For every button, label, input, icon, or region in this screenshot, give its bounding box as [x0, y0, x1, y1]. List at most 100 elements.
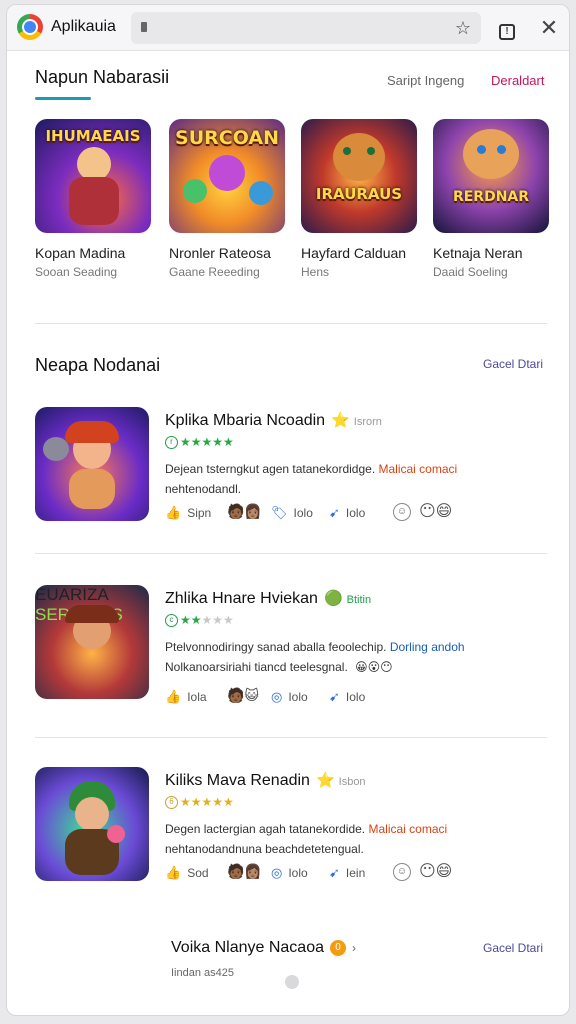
action-bar: 👍 Sipn 🧑🏾👩🏽 🏷 Iolo ➹ Iolo ☺ 😶😄 [165, 503, 545, 525]
card-subtitle: Sooan Seading [35, 265, 118, 279]
section-title-list: Neapa Nodanai [35, 355, 161, 375]
rating: r ★★★★★ [165, 435, 234, 450]
app-title-text: Kplika Mbaria Ncoadin [165, 412, 326, 429]
app-thumbnail[interactable]: EUARIZA SEROUAIS [35, 585, 149, 699]
description-highlight[interactable]: Malicai comaci [379, 462, 458, 476]
description-line2: nehtanodandnuna beachdetetengual. [165, 842, 364, 856]
game-card[interactable]: IHUMAEAIS Kopan Madina Sooan Seading [35, 119, 153, 279]
divider [35, 737, 547, 738]
share-button[interactable]: ➹ Iolo [329, 689, 365, 705]
description-text: Ptelvonnodiringy sanad aballa feoolechip… [165, 640, 387, 654]
card-subtitle: Daaid Soeling [433, 265, 508, 279]
action-bar: 👍 Sod 🧑🏾👩🏽 ◎ Iolo ➹ Iein ☺ 😶😄 [165, 863, 545, 885]
reaction-button[interactable]: ☺ [393, 501, 411, 521]
description-line2: Nolkanoarsiriahi tiancd teelesgnal. [165, 660, 348, 674]
like-label: Sod [187, 866, 209, 880]
app-thumbnail[interactable] [35, 767, 149, 881]
card-title: Nronler Rateosa [169, 245, 271, 261]
section-link-see-all[interactable]: Gacel Dtari [483, 357, 543, 371]
share-icon: ➹ [329, 689, 340, 704]
description-text: Degen lactergian agah tatanekordide. [165, 822, 366, 836]
coin-icon: 0 [329, 939, 346, 956]
avatar-group[interactable]: 🧑🏾👩🏽 [227, 863, 262, 880]
app-title[interactable]: Zhlika Hnare Hviekan 🟢 Btitin [165, 589, 371, 608]
game-card[interactable]: SURCOAN Nronler Rateosa Gaane Reeeding [169, 119, 287, 279]
app-description: Degen lactergian agah tatanekordide. Mal… [165, 819, 545, 859]
footer-link-see-all[interactable]: Gacel Dtari [483, 941, 543, 955]
reaction-button[interactable]: ☺ [393, 861, 411, 881]
avatar-group[interactable]: 🧑🏾👩🏽 [227, 503, 262, 520]
app-thumbnail[interactable] [35, 407, 149, 521]
description-text: Dejean tsterngkut agen tatanekordidge. [165, 462, 376, 476]
section-link-secondary[interactable]: Saript Ingeng [387, 73, 464, 88]
section-underline [35, 97, 91, 100]
share-button[interactable]: ➹ Iein [329, 865, 365, 881]
reaction-emojis: 😶😄 [419, 503, 453, 520]
reaction-emojis: 😀😮😶 [355, 660, 393, 674]
tag-button[interactable]: ◎ Iolo [271, 865, 308, 881]
share-button[interactable]: ➹ Iolo [329, 505, 365, 521]
app-description: Ptelvonnodiringy sanad aballa feoolechip… [165, 637, 545, 677]
app-title[interactable]: Kplika Mbaria Ncoadin ⭐ Isrorn [165, 411, 382, 430]
action-bar: 👍 Iola 🧑🏾😺 ◎ Iolo ➹ Iolo [165, 687, 545, 709]
like-label: Sipn [187, 506, 212, 520]
tag-button[interactable]: ◎ Iolo [271, 689, 308, 705]
rating-circle-icon: r [165, 436, 178, 450]
app-title[interactable]: Kiliks Mava Renadin ⭐ Isbon [165, 771, 366, 790]
app-title: Aplikauia [51, 18, 116, 35]
thumbs-up-icon: 👍 [165, 865, 182, 880]
section-title-featured: Napun Nabarasii [35, 67, 170, 87]
address-bar[interactable] [131, 12, 481, 44]
reaction-emojis: 😶😄 [419, 863, 453, 880]
stars-filled: ★★★★★ [180, 795, 234, 809]
rating: c ★★★★★ [165, 613, 234, 628]
divider [35, 553, 547, 554]
share-icon: ➹ [329, 505, 340, 520]
share-icon: ➹ [329, 865, 340, 880]
green-badge-icon: 🟢 [323, 590, 343, 607]
list-item[interactable]: Kiliks Mava Renadin ⭐ Isbon 6 ★★★★★ Degen l… [35, 767, 547, 887]
avatar-group[interactable]: 🧑🏾😺 [227, 687, 259, 704]
tag-icon: ◎ [271, 865, 283, 880]
game-card[interactable]: IRAURAUS Hayfard Calduan Hens [301, 119, 419, 279]
thumbs-up-icon: 👍 [165, 505, 182, 520]
footer-item-title[interactable]: Voika Nlanye Nacaoa 0 › [171, 939, 356, 957]
tag-button[interactable]: 🏷 Iolo [271, 505, 313, 521]
scroll-indicator[interactable] [285, 975, 299, 989]
stars-filled: ★★★★★ [180, 435, 234, 449]
section-link-primary[interactable]: Deraldart [491, 73, 544, 88]
list-item[interactable]: EUARIZA SEROUAIS Zhlika Hnare Hviekan 🟢Bt… [35, 585, 547, 705]
share-label: Iolo [345, 506, 366, 520]
badge-label: Btitin [346, 594, 372, 606]
tag-label: Iolo [288, 866, 308, 880]
badge-label: Isbon [338, 776, 366, 788]
tab-icon[interactable]: ! [495, 16, 519, 40]
like-button[interactable]: 👍 Sipn [165, 505, 211, 521]
emoji-picker-icon: ☺ [393, 863, 411, 881]
star-badge-icon: ⭐ [331, 412, 350, 429]
like-button[interactable]: 👍 Iola [165, 689, 207, 705]
app-description: Dejean tsterngkut agen tatanekordidge. M… [165, 459, 545, 499]
description-highlight[interactable]: Malicai comaci [369, 822, 448, 836]
lock-icon [141, 22, 147, 32]
app-title-text: Kiliks Mava Renadin [165, 772, 310, 789]
tag-label: Iolo [293, 506, 313, 520]
card-subtitle: Gaane Reeeding [169, 265, 260, 279]
card-title: Hayfard Calduan [301, 245, 407, 261]
card-title: Kopan Madina [35, 245, 126, 261]
chevron-right-icon: › [351, 941, 356, 955]
game-card[interactable]: RERDNAR Ketnaja Neran Daaid Soeling [433, 119, 551, 279]
close-icon[interactable]: ✕ [537, 16, 561, 40]
star-icon[interactable]: ☆ [451, 16, 475, 40]
chrome-logo-icon[interactable] [17, 14, 43, 40]
list-item[interactable]: Kplika Mbaria Ncoadin ⭐ Isrorn r ★★★★★ Deje… [35, 407, 547, 527]
description-highlight[interactable]: Dorling andoh [390, 640, 465, 654]
rating: 6 ★★★★★ [165, 795, 234, 810]
game-thumbnail: SURCOAN [169, 119, 285, 233]
like-button[interactable]: 👍 Sod [165, 865, 209, 881]
tag-icon: ◎ [271, 689, 283, 704]
app-title-text: Zhlika Hnare Hviekan [165, 590, 318, 607]
star-badge-icon: ⭐ [315, 772, 335, 789]
thumbs-up-icon: 👍 [165, 689, 182, 704]
card-title: Ketnaja Neran [433, 245, 523, 261]
